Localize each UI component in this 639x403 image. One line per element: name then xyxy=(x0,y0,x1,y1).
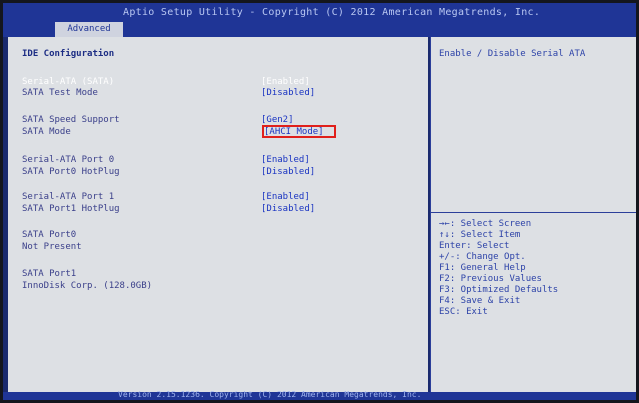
key-hint-select-screen: →←: Select Screen xyxy=(439,219,532,229)
title-text: Aptio Setup Utility - Copyright (C) 2012… xyxy=(123,7,541,18)
port0-label: SATA Port0 xyxy=(22,230,77,240)
setting-label-sata-mode[interactable]: SATA Mode xyxy=(22,127,71,138)
port1-value: InnoDisk Corp. (128.0GB) xyxy=(22,281,153,291)
setting-label-port1[interactable]: Serial-ATA Port 1 xyxy=(22,192,114,203)
setting-label-sata[interactable]: Serial-ATA (SATA) xyxy=(22,77,114,88)
help-divider xyxy=(431,212,636,213)
key-hint-change-opt: +/-: Change Opt. xyxy=(439,252,526,262)
setting-value-sata-test-mode[interactable]: [Disabled] xyxy=(261,88,315,99)
key-hint-enter: Enter: Select xyxy=(439,241,510,251)
key-hint-save-exit: F4: Save & Exit xyxy=(439,296,521,306)
setting-value-port0-hotplug[interactable]: [Disabled] xyxy=(261,167,315,178)
key-hint-previous-values: F2: Previous Values xyxy=(439,274,542,284)
port1-label: SATA Port1 xyxy=(22,269,77,279)
port0-value: Not Present xyxy=(22,242,82,252)
setting-value-sata[interactable]: [Enabled] xyxy=(261,77,310,88)
setting-value-port1[interactable]: [Enabled] xyxy=(261,192,310,203)
setting-label-sata-test-mode[interactable]: SATA Test Mode xyxy=(22,88,98,99)
tab-advanced[interactable]: Advanced xyxy=(55,22,123,37)
title-bar: Aptio Setup Utility - Copyright (C) 2012… xyxy=(3,3,636,37)
setting-label-port1-hotplug[interactable]: SATA Port1 HotPlug xyxy=(22,204,120,215)
footer-text: Version 2.15.1236. Copyright (C) 2012 Am… xyxy=(118,390,422,399)
settings-panel: IDE Configuration Serial-ATA (SATA) [Ena… xyxy=(8,37,428,392)
setting-value-port1-hotplug[interactable]: [Disabled] xyxy=(261,204,315,215)
footer-bar: Version 2.15.1236. Copyright (C) 2012 Am… xyxy=(3,390,636,400)
setting-value-port0[interactable]: [Enabled] xyxy=(261,155,310,166)
help-description: Enable / Disable Serial ATA xyxy=(439,49,586,59)
setting-label-sata-speed[interactable]: SATA Speed Support xyxy=(22,115,120,126)
key-hint-esc-exit: ESC: Exit xyxy=(439,307,488,317)
section-title: IDE Configuration xyxy=(22,49,115,59)
setting-label-port0[interactable]: Serial-ATA Port 0 xyxy=(22,155,114,166)
bios-screen: Aptio Setup Utility - Copyright (C) 2012… xyxy=(3,3,636,400)
key-hint-general-help: F1: General Help xyxy=(439,263,526,273)
highlight-box xyxy=(262,125,336,138)
key-hint-optimized-defaults: F3: Optimized Defaults xyxy=(439,285,559,295)
help-panel: Enable / Disable Serial ATA →←: Select S… xyxy=(430,37,636,392)
key-hint-select-item: ↑↓: Select Item xyxy=(439,230,521,240)
setting-label-port0-hotplug[interactable]: SATA Port0 HotPlug xyxy=(22,167,120,178)
